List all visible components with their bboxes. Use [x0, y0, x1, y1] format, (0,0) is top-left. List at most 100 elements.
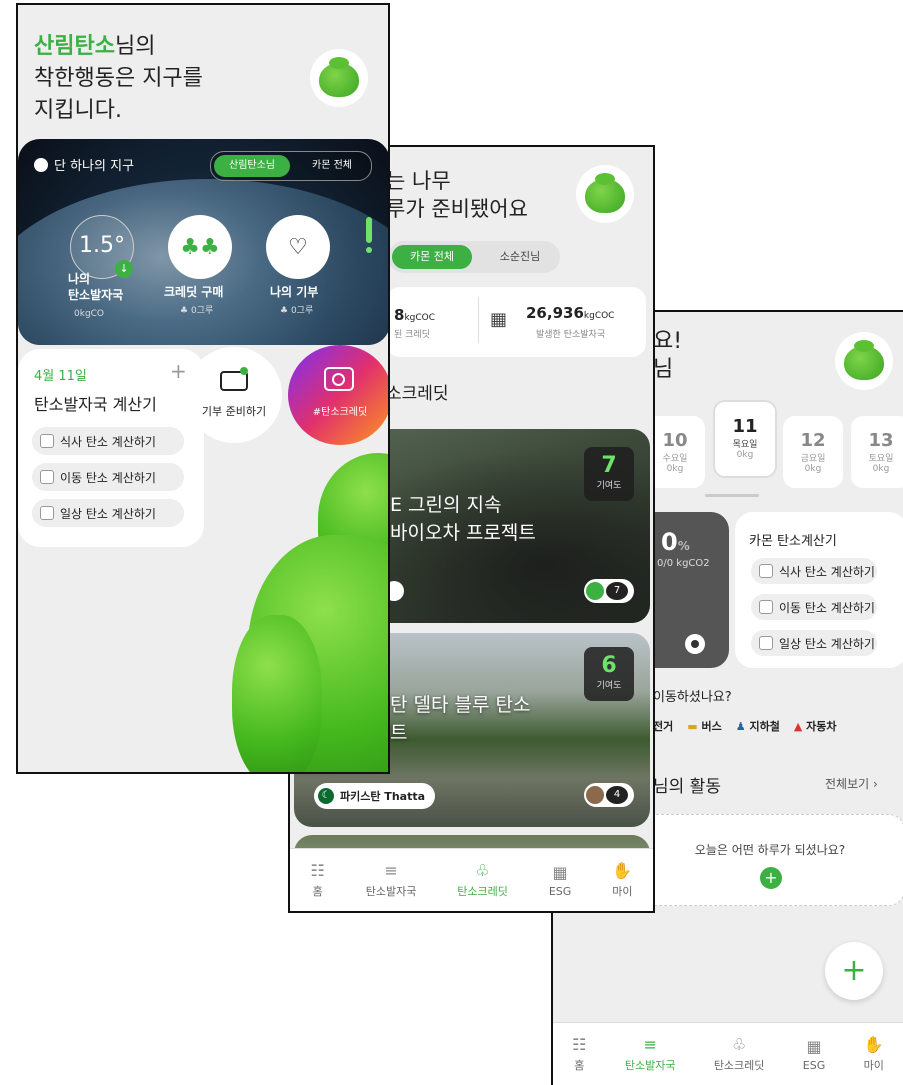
title-line1: 는 나무 [386, 169, 451, 193]
donation-value: ♣ 0그루 [280, 306, 314, 316]
tree-small-icon: ♣ [180, 306, 191, 316]
nav-carbon-credit[interactable]: ♧ 탄소크레딧 [714, 1035, 765, 1073]
scroll-indicator [705, 494, 759, 497]
scope-toggle[interactable]: 산림탄소님 카몬 전체 [210, 151, 372, 181]
page-title: 요! 님 [653, 328, 682, 384]
toggle-all[interactable]: 카몬 전체 [297, 155, 367, 177]
carbon-credit-camera-button[interactable]: #탄소크레딧 [288, 345, 388, 445]
nav-home[interactable]: ☷ 홈 [310, 861, 324, 899]
day-12[interactable]: 12 금요일 0kg [783, 416, 843, 488]
transport-subway[interactable]: ♟ 지하철 [736, 718, 780, 734]
transport-bike[interactable]: 전거 [653, 718, 673, 734]
hand-icon: ✋ [612, 861, 633, 880]
today-card[interactable]: 오늘은 어떤 하루가 되셨나요? + [635, 814, 903, 906]
bottom-nav: ☷ 홈 ≡ 탄소발자국 ♧ 탄소크레딧 ▦ ESG ✋ 마이 [290, 848, 653, 911]
toggle-user[interactable]: 소순진님 [484, 245, 556, 269]
nav-carbon-footprint[interactable]: ≡ 탄소발자국 [366, 861, 417, 899]
project-title: E 그린의 지속 바이오차 프로젝트 [390, 494, 536, 544]
country-chip: ☾ 파키스탄 Thatta [314, 783, 436, 809]
checkbox-icon [759, 600, 773, 614]
move-question: 이동하셨나요? [653, 690, 732, 705]
nav-home[interactable]: ☷ 홈 [572, 1035, 586, 1073]
page-title: 는 나무 루가 준비됐어요 [386, 167, 528, 223]
calculator-title: 카몬 탄소계산기 [749, 534, 837, 549]
daily-calc-item[interactable]: 일상 탄소 계산하기 [32, 499, 184, 527]
credit-purchase-button[interactable]: ♣♣ [168, 215, 232, 279]
avatar[interactable] [310, 49, 368, 107]
calendar-icon: ▦ [490, 309, 508, 330]
transport-car[interactable]: ▲ 자동차 [794, 718, 837, 734]
credit-stat: 8kgCOC [394, 306, 436, 324]
divider [478, 297, 479, 343]
activity-title: 님의 활동 [653, 777, 721, 797]
plus-icon[interactable]: + [170, 359, 187, 383]
tree-small-icon: ♣ [280, 306, 291, 316]
toggle-all[interactable]: 카몬 전체 [392, 245, 472, 269]
checkbox-icon [40, 470, 54, 484]
title-line1: 요! [653, 329, 683, 354]
transport-row: 전거 ▬ 버스 ♟ 지하철 ▲ 자동차 [653, 718, 837, 734]
project-title: 탄 델타 블루 탄소 트 [390, 694, 531, 744]
contributor-chip: 7 [584, 579, 634, 603]
scope-toggle[interactable]: 카몬 전체 소순진님 [388, 241, 560, 273]
pakistan-flag-icon: ☾ [318, 788, 334, 804]
contribution-badge: 7 기여도 [584, 447, 634, 501]
nav-esg[interactable]: ▦ ESG [549, 863, 571, 898]
contributor-avatar [586, 582, 604, 600]
user-name: 산림탄소 [34, 34, 115, 59]
toggle-user[interactable]: 산림탄소님 [214, 155, 290, 177]
day-13[interactable]: 13 토요일 0kg [851, 416, 903, 488]
globe-icon [34, 157, 48, 172]
title-line2: 님 [653, 357, 674, 382]
nav-esg[interactable]: ▦ ESG [803, 1037, 825, 1072]
avatar[interactable] [576, 165, 634, 223]
date-label: 4월 11일 [34, 369, 87, 384]
day-11-selected[interactable]: 11 목요일 0kg [713, 400, 777, 478]
footprint-value: 0kgCO [74, 309, 105, 319]
checkbox-icon [40, 506, 54, 520]
footprint-stat-label: 발생한 탄소발자국 [536, 330, 606, 340]
meal-calc-item[interactable]: 식사 탄소 계산하기 [751, 558, 877, 584]
earth-card: 단 하나의 지구 산림탄소님 카몬 전체 1.5° ↓ 나의 탄소발자국 0kg… [18, 139, 388, 345]
heart-hand-icon: ♡ [288, 234, 308, 260]
nav-carbon-credit[interactable]: ♧ 탄소크레딧 [457, 861, 508, 899]
stats-card: 8kgCOC 된 크레딧 ▦ 26,936kgCOC 발생한 탄소발자국 [386, 287, 646, 357]
donate-prepare-button[interactable]: 기부 준비하기 [186, 347, 282, 443]
plus-icon[interactable]: + [760, 867, 782, 889]
credit-stat-label: 된 크레딧 [394, 330, 430, 340]
nav-my[interactable]: ✋ 마이 [612, 861, 632, 899]
donation-label: 나의 기부 [270, 285, 319, 299]
title-line2: 루가 준비됐어요 [386, 197, 528, 221]
footprint-icon: ≡ [384, 861, 398, 880]
trees-icon: ♣♣ [180, 234, 220, 260]
credit-value: ♣ 0그루 [180, 306, 214, 316]
checkbox-icon [40, 434, 54, 448]
nav-carbon-footprint[interactable]: ≡ 탄소발자국 [625, 1035, 676, 1073]
percent-sub: 0/0 kgCO2 [657, 558, 710, 569]
nav-my[interactable]: ✋ 마이 [864, 1035, 884, 1073]
building-icon: ▦ [552, 862, 568, 882]
fab-add-button[interactable]: + [825, 942, 883, 1000]
home-icon: ☷ [572, 1035, 587, 1054]
see-all-link[interactable]: 전체보기 › [825, 775, 878, 792]
move-calc-item[interactable]: 이동 탄소 계산하기 [32, 463, 184, 491]
footprint-stat: 26,936kgCOC [526, 304, 615, 322]
bottom-nav: ☷ 홈 ≡ 탄소발자국 ♧ 탄소크레딧 ▦ ESG ✋ 마이 [553, 1022, 903, 1085]
meal-calc-item[interactable]: 식사 탄소 계산하기 [32, 427, 184, 455]
percent-value: 0% [661, 528, 690, 556]
checkbox-icon [759, 564, 773, 578]
donation-button[interactable]: ♡ [266, 215, 330, 279]
camera-icon[interactable] [685, 634, 705, 654]
today-question: 오늘은 어떤 하루가 되셨나요? [694, 843, 846, 857]
car-icon: ▲ [793, 720, 803, 733]
move-calc-item[interactable]: 이동 탄소 계산하기 [751, 594, 877, 620]
daily-calc-item[interactable]: 일상 탄소 계산하기 [751, 630, 877, 656]
credit-label: 크레딧 구매 [164, 285, 224, 299]
checkbox-icon [759, 636, 773, 650]
transport-bus[interactable]: ▬ 버스 [687, 718, 722, 734]
avatar[interactable] [835, 332, 893, 390]
footprint-label: 나의 탄소발자국 [68, 272, 124, 302]
sprout-icon: ♧ [475, 861, 490, 880]
contributor-avatar [586, 786, 604, 804]
temperature-gauge[interactable]: 1.5° ↓ [70, 215, 134, 279]
